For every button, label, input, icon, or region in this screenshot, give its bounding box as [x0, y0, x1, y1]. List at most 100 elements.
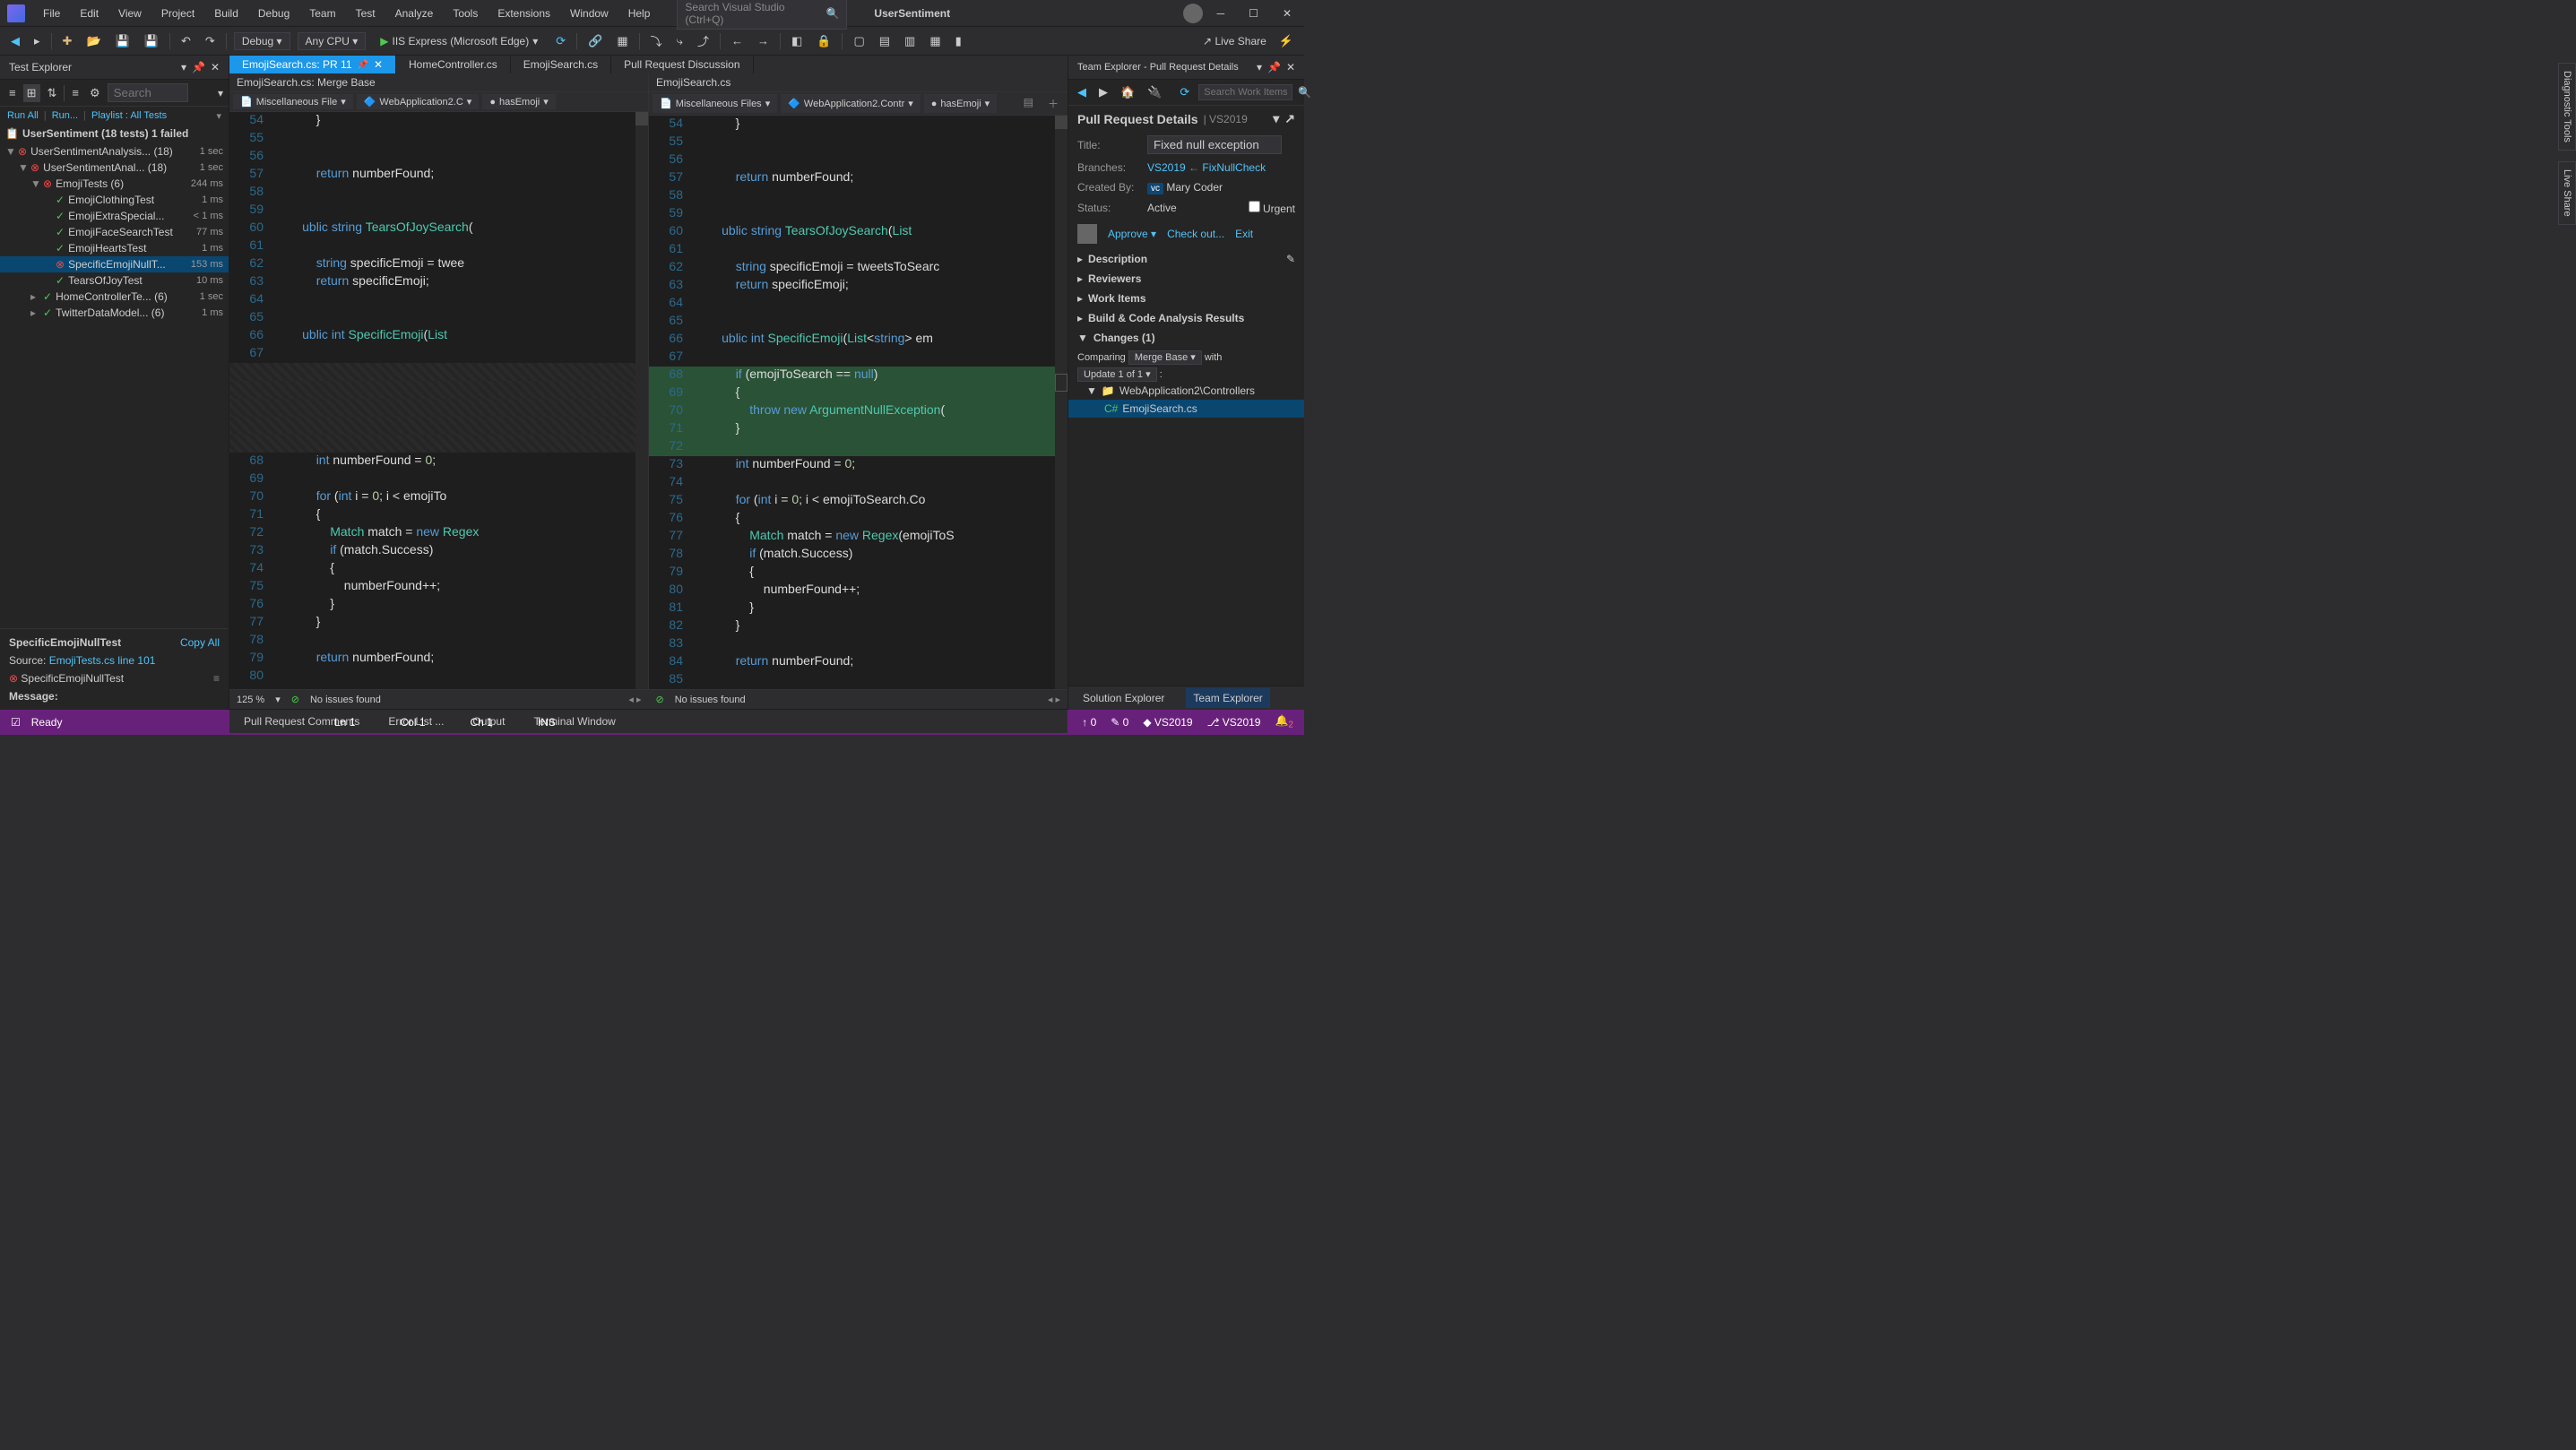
update-dropdown[interactable]: Update 1 of 1 ▾ [1077, 367, 1157, 382]
live-share-button[interactable]: ↗ Live Share [1203, 35, 1266, 47]
status-uploads[interactable]: ↑ 0 [1082, 716, 1096, 729]
pr-section[interactable]: ▸Reviewers [1068, 269, 1304, 289]
code-line[interactable]: 63 return specificEmoji; [649, 277, 1068, 295]
diff-nav-icon-r[interactable]: ◂ ▸ [1048, 694, 1060, 705]
code-line[interactable]: 84 return numberFound; [649, 653, 1068, 671]
save-button[interactable]: 💾 [112, 32, 134, 50]
pr-title-input[interactable] [1147, 135, 1282, 154]
pr-dropdown-icon[interactable]: ▾ [1273, 111, 1279, 126]
code-line[interactable] [229, 363, 648, 381]
code-line[interactable]: 73 int numberFound = 0; [649, 456, 1068, 474]
window-btn-2[interactable]: ▤ [876, 32, 894, 50]
split-toggle-icon[interactable]: ▤ [1018, 94, 1039, 113]
code-line[interactable]: 85 [649, 671, 1068, 689]
platform-dropdown[interactable]: Any CPU ▾ [298, 32, 367, 50]
step-into-button[interactable]: ⤷ [673, 32, 687, 50]
changes-folder[interactable]: ▼📁 WebApplication2\Controllers [1068, 382, 1304, 400]
menu-debug[interactable]: Debug [249, 4, 298, 23]
window-btn-3[interactable]: ▥ [901, 32, 919, 50]
sort-icon[interactable]: ⇅ [44, 84, 61, 102]
code-line[interactable]: 65 [649, 313, 1068, 331]
code-line[interactable]: 83 [649, 635, 1068, 653]
pr-popout-icon[interactable]: ↗ [1284, 111, 1295, 126]
hierarchy-icon[interactable]: ⊞ [23, 84, 40, 102]
test-row[interactable]: ▼⊗EmojiTests (6)244 ms [0, 176, 229, 192]
menu-analyze[interactable]: Analyze [386, 4, 443, 23]
te-search-icon[interactable]: 🔍 [1298, 86, 1311, 99]
code-line[interactable]: 56 [649, 151, 1068, 169]
code-line[interactable]: 67 [649, 349, 1068, 367]
code-line[interactable]: 79 { [649, 564, 1068, 582]
compare-mode-dropdown[interactable]: Merge Base ▾ [1128, 350, 1202, 365]
bottom-tab[interactable]: Solution Explorer [1076, 688, 1171, 708]
browser-link-button[interactable]: 🔗 [584, 32, 606, 50]
code-line[interactable]: 63 return specificEmoji; [229, 273, 648, 291]
stream-icon[interactable]: ≡ [5, 84, 20, 101]
code-line[interactable]: 61 [229, 237, 648, 255]
code-line[interactable]: 55 [649, 134, 1068, 151]
code-line[interactable]: 68 if (emojiToSearch == null) [649, 367, 1068, 384]
user-avatar-icon[interactable] [1183, 4, 1203, 23]
bc-left-project[interactable]: 📄 Miscellaneous File ▾ [233, 94, 353, 109]
test-settings-icon[interactable]: ▾ [218, 87, 223, 99]
code-line[interactable]: 66 ublic int SpecificEmoji(List<string> … [649, 331, 1068, 349]
te-close-icon[interactable]: ✕ [1286, 61, 1295, 73]
te-plug-icon[interactable]: 🔌 [1144, 83, 1165, 101]
add-comment-icon[interactable]: ＋ [1042, 94, 1064, 113]
code-line[interactable]: 62 string specificEmoji = tweetsToSearc [649, 259, 1068, 277]
playlist-link[interactable]: Playlist : All Tests [91, 110, 167, 122]
collapse-icon[interactable]: ≡ [213, 672, 220, 685]
menu-extensions[interactable]: Extensions [488, 4, 559, 23]
bc-right-method[interactable]: ● hasEmoji ▾ [924, 94, 997, 113]
nav-left-button[interactable]: ← [728, 32, 747, 49]
test-row[interactable]: ▼⊗UserSentimentAnal... (18)1 sec [0, 160, 229, 176]
run-all-link[interactable]: Run All [7, 110, 39, 122]
status-col[interactable]: Col 1 [400, 716, 425, 729]
lock-toggle-1[interactable]: ◧ [788, 32, 806, 50]
panel-pin-icon[interactable]: 📌 [192, 61, 205, 73]
code-line[interactable]: 62 string specificEmoji = twee [229, 255, 648, 273]
code-line[interactable] [229, 435, 648, 453]
code-line[interactable]: 81 } [649, 600, 1068, 617]
code-line[interactable]: 78 [229, 632, 648, 650]
code-line[interactable]: 80 [229, 668, 648, 686]
tool-btn-1[interactable]: ▦ [613, 32, 631, 50]
status-repo[interactable]: ◆ VS2019 [1143, 716, 1192, 729]
code-line[interactable]: 65 [229, 309, 648, 327]
status-branch[interactable]: ⎇ VS2019 [1207, 716, 1261, 729]
test-row[interactable]: ✓EmojiHeartsTest1 ms [0, 240, 229, 256]
code-line[interactable]: 59 [229, 202, 648, 220]
code-left[interactable]: 54 }55 56 57 return numberFound;58 59 60… [229, 112, 648, 689]
search-vs-input[interactable]: Search Visual Studio (Ctrl+Q) 🔍 [677, 0, 847, 30]
code-line[interactable]: 78 if (match.Success) [649, 546, 1068, 564]
code-line[interactable]: 73 if (match.Success) [229, 542, 648, 560]
code-line[interactable]: 58 [649, 187, 1068, 205]
code-line[interactable]: 71 } [649, 420, 1068, 438]
code-line[interactable]: 54 } [649, 116, 1068, 134]
code-line[interactable]: 56 [229, 148, 648, 166]
refresh-button[interactable]: ⟳ [552, 32, 569, 50]
test-summary-row[interactable]: 📋 UserSentiment (18 tests) 1 failed [0, 125, 229, 142]
maximize-button[interactable]: ☐ [1243, 5, 1264, 22]
te-pin-icon[interactable]: 📌 [1267, 61, 1281, 73]
code-line[interactable]: 77 Match match = new Regex(emojiToS [649, 528, 1068, 546]
code-line[interactable]: 64 [229, 291, 648, 309]
test-search-input[interactable] [108, 83, 188, 102]
test-row[interactable]: ✓EmojiExtraSpecial...< 1 ms [0, 208, 229, 224]
save-all-button[interactable]: 💾 [141, 32, 162, 50]
nav-right-button[interactable]: → [754, 32, 773, 49]
code-line[interactable]: 74 [649, 474, 1068, 492]
te-back-icon[interactable]: ◀ [1074, 83, 1090, 101]
menu-tools[interactable]: Tools [444, 4, 487, 23]
panel-dropdown-icon[interactable]: ▾ [181, 61, 186, 73]
document-tab[interactable]: Pull Request Discussion [611, 56, 753, 73]
menu-view[interactable]: View [109, 4, 151, 23]
copy-all-link[interactable]: Copy All [180, 636, 220, 649]
step-over-button[interactable]: ⤵ [647, 30, 666, 51]
bookmark-button[interactable]: ▮ [952, 32, 965, 50]
test-row[interactable]: ⊗SpecificEmojiNullT...153 ms [0, 256, 229, 272]
menu-help[interactable]: Help [619, 4, 660, 23]
te-fwd-icon[interactable]: ▶ [1095, 83, 1111, 101]
menu-test[interactable]: Test [347, 4, 385, 23]
status-notifications[interactable]: 🔔2 [1275, 714, 1293, 729]
